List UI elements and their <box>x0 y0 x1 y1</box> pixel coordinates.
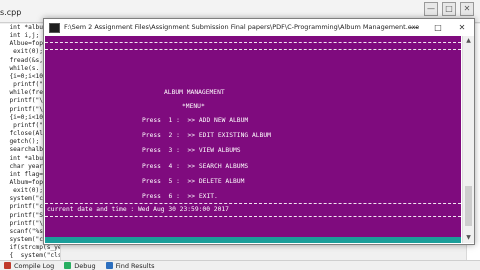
console-heading: ALBUM MANAGEMENT <box>164 89 225 96</box>
status-item-label: Debug <box>74 261 96 270</box>
ide-maximize-button[interactable]: □ <box>442 2 456 16</box>
datetime-line: current date and time : Wed Aug 30 23:59… <box>47 206 229 213</box>
debug-icon <box>64 262 72 269</box>
console-output: ALBUM MANAGEMENT *MENU* Press 1 : >> ADD… <box>45 36 461 243</box>
code-line: { system("cls"); <box>9 252 60 260</box>
find-results-icon <box>105 262 113 269</box>
code-line: if(strcmp(s_year,year)==0) <box>9 244 60 252</box>
compile-log-icon <box>4 262 11 269</box>
status-item-debug[interactable]: Debug <box>64 261 96 270</box>
console-scrollbar[interactable]: ▲ ▼ <box>462 36 474 243</box>
menu-item-6: Press 6 : >> EXIT. <box>142 193 218 200</box>
divider-top <box>45 42 461 43</box>
menu-item-1: Press 1 : >> ADD NEW ALBUM <box>142 117 249 124</box>
menu-label: *MENU* <box>182 103 205 110</box>
scroll-up-icon[interactable]: ▲ <box>463 36 474 46</box>
file-tab[interactable]: s.cpp <box>0 8 21 17</box>
status-item-compile-log[interactable]: Compile Log <box>4 262 54 270</box>
console-window-controls: — □ ✕ <box>402 19 474 36</box>
scroll-thumb[interactable] <box>465 186 472 226</box>
divider-bottom <box>45 203 461 204</box>
scroll-down-icon[interactable]: ▼ <box>463 233 474 243</box>
console-bottom-strip <box>45 237 461 243</box>
console-title: F:\Sem 2 Assignment Files\Assignment Sub… <box>64 23 420 31</box>
ide-minimize-button[interactable]: — <box>424 2 438 16</box>
status-item-find-results[interactable]: Find Results <box>105 261 155 270</box>
menu-item-2: Press 2 : >> EDIT EXISTING ALBUM <box>142 132 271 140</box>
divider-bottom-2 <box>45 216 461 217</box>
console-window[interactable]: F:\Sem 2 Assignment Files\Assignment Sub… <box>43 18 475 245</box>
ide-close-button[interactable]: ✕ <box>460 2 474 16</box>
ide-window-controls: — □ ✕ <box>424 2 474 16</box>
status-item-label: Find Results <box>115 261 155 270</box>
console-app-icon <box>49 23 60 33</box>
menu-item-3: Press 3 : >> VIEW ALBUMS <box>142 147 241 155</box>
ide-status-bar: Compile Log Debug Find Results <box>0 260 480 270</box>
console-titlebar[interactable]: F:\Sem 2 Assignment Files\Assignment Sub… <box>44 19 474 36</box>
minimize-button[interactable]: — <box>402 19 426 36</box>
divider-top-2 <box>45 49 461 50</box>
menu-item-4: Press 4 : >> SEARCH ALBUMS <box>142 162 249 170</box>
maximize-button[interactable]: □ <box>426 19 450 36</box>
status-item-label: Compile Log <box>14 261 55 270</box>
close-button[interactable]: ✕ <box>450 19 474 36</box>
menu-item-5: Press 5 : >> DELETE ALBUM <box>142 177 245 185</box>
